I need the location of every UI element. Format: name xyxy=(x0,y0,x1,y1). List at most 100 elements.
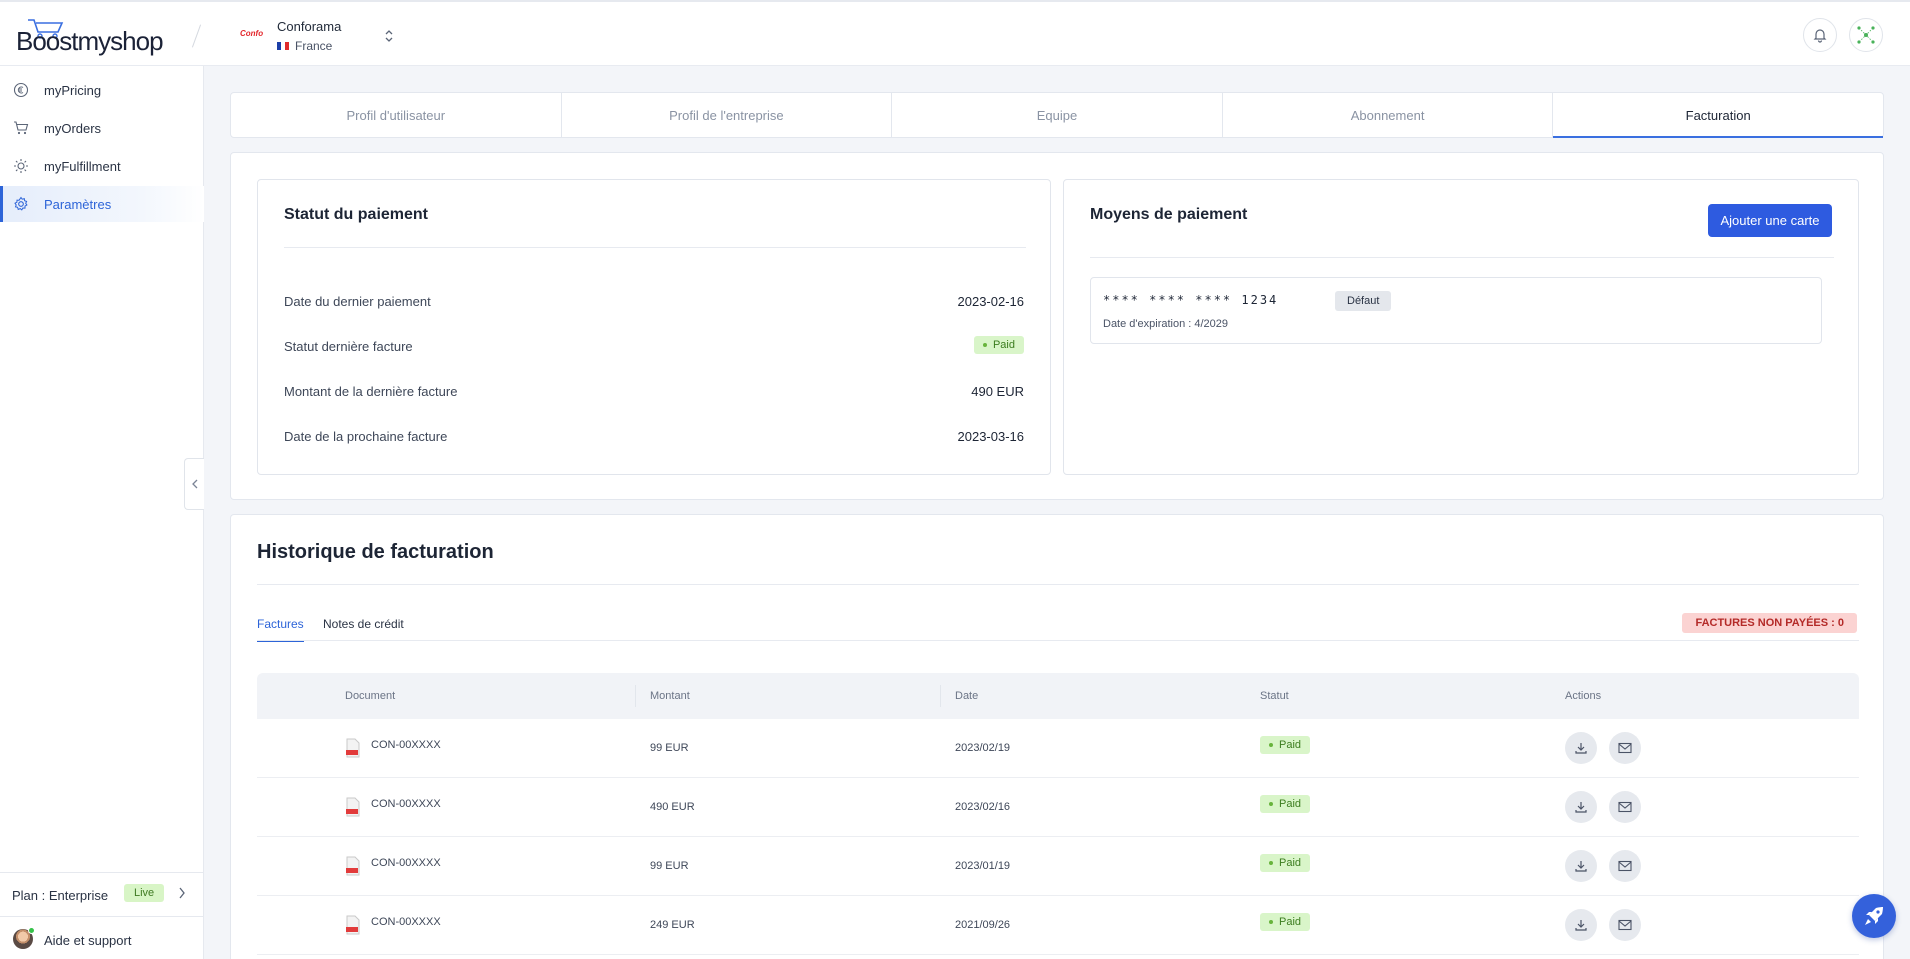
plan-status-badge: Live xyxy=(124,884,165,902)
table-row: CON-00XXXX 490 EUR 2023/02/16 Paid xyxy=(257,778,1859,837)
france-flag-icon xyxy=(277,42,289,50)
pdf-file-icon xyxy=(346,915,360,935)
column-header-amount: Montant xyxy=(650,690,690,702)
chevron-left-icon xyxy=(191,479,197,489)
settings-tabs: Profil d'utilisateur Profil de l'entrepr… xyxy=(230,92,1884,138)
column-header-actions: Actions xyxy=(1565,690,1602,702)
sidebar-item-label: myOrders xyxy=(44,120,102,136)
status-badge: Paid xyxy=(1260,795,1311,813)
payment-section: Statut du paiement Date du dernier paiem… xyxy=(230,152,1884,500)
download-icon xyxy=(1575,802,1587,813)
sidebar-item-label: myPricing xyxy=(44,82,102,98)
invoice-date: 2023/01/19 xyxy=(955,860,1011,872)
online-status-dot xyxy=(28,927,35,934)
table-row: CON-00XXXX 99 EUR 2023/02/19 Paid xyxy=(257,719,1859,778)
unpaid-invoices-badge: FACTURES NON PAYÉES : 0 xyxy=(1682,613,1857,633)
status-badge: Paid xyxy=(1260,913,1311,931)
bell-icon xyxy=(1813,29,1827,43)
email-button[interactable] xyxy=(1609,732,1641,764)
tab-company-profile[interactable]: Profil de l'entreprise xyxy=(562,93,893,137)
sun-icon xyxy=(14,159,28,173)
status-dot xyxy=(1269,743,1273,747)
network-icon xyxy=(1857,26,1875,44)
download-button[interactable] xyxy=(1565,732,1597,764)
rocket-icon xyxy=(1865,907,1883,925)
download-button[interactable] xyxy=(1565,909,1597,941)
top-header: Boostmyshop Confo Conforama France xyxy=(0,0,1910,66)
next-invoice-date-label: Date de la prochaine facture xyxy=(284,429,448,444)
sidebar-item-mypricing[interactable]: myPricing xyxy=(0,72,204,108)
invoice-date: 2021/09/26 xyxy=(955,919,1011,931)
pdf-file-icon xyxy=(346,797,360,817)
email-button[interactable] xyxy=(1609,909,1641,941)
sidebar-collapse-button[interactable] xyxy=(184,458,204,510)
document-id[interactable]: CON-00XXXX xyxy=(371,857,441,869)
add-card-button[interactable]: Ajouter une carte xyxy=(1708,204,1832,237)
invoice-amount: 490 EUR xyxy=(650,801,695,813)
launcher-button[interactable] xyxy=(1852,894,1896,938)
mail-icon xyxy=(1618,860,1632,872)
sidebar-item-myfulfillment[interactable]: myFulfillment xyxy=(0,148,204,184)
saved-card[interactable]: **** **** **** 1234 Défaut Date d'expira… xyxy=(1090,277,1822,344)
brand-name: Boostmyshop xyxy=(16,26,164,56)
notifications-button[interactable] xyxy=(1803,18,1837,52)
email-button[interactable] xyxy=(1609,850,1641,882)
sidebar-item-label: Paramètres xyxy=(44,196,112,212)
cart-icon xyxy=(14,121,29,135)
invoice-amount: 99 EUR xyxy=(650,742,689,754)
sidebar-item-parametres[interactable]: Paramètres xyxy=(0,186,204,222)
document-id[interactable]: CON-00XXXX xyxy=(371,739,441,751)
sidebar-item-myorders[interactable]: myOrders xyxy=(0,110,204,146)
default-badge: Défaut xyxy=(1335,291,1392,311)
column-header-document: Document xyxy=(345,690,396,702)
store-logo: Confo xyxy=(240,29,264,38)
tab-team[interactable]: Equipe xyxy=(892,93,1223,137)
sidebar: myPricing myOrders myFulfillment Paramèt… xyxy=(0,66,204,959)
download-button[interactable] xyxy=(1565,791,1597,823)
billing-history-section: Historique de facturation Factures Notes… xyxy=(230,514,1884,959)
store-country-label: France xyxy=(295,39,333,53)
invoice-amount: 249 EUR xyxy=(650,919,695,931)
store-country: France xyxy=(277,39,332,53)
last-invoice-amount-value: 490 EUR xyxy=(971,384,1024,399)
table-row: CON-00XXXX 99 EUR 2023/01/19 Paid xyxy=(257,837,1859,896)
subtab-credit-notes[interactable]: Notes de crédit xyxy=(323,617,404,640)
invoice-date: 2023/02/16 xyxy=(955,801,1011,813)
sidebar-item-label: myFulfillment xyxy=(44,158,121,174)
payment-status-card: Statut du paiement Date du dernier paiem… xyxy=(257,179,1051,475)
last-invoice-amount-label: Montant de la dernière facture xyxy=(284,384,458,399)
gear-icon xyxy=(14,196,28,211)
billing-history-title: Historique de facturation xyxy=(257,541,494,563)
plan-label: Plan : Enterprise xyxy=(12,888,109,903)
store-switch-icon[interactable] xyxy=(383,28,395,44)
last-invoice-status-badge: Paid xyxy=(973,335,1024,354)
status-badge: Paid xyxy=(1260,736,1311,754)
help-support-link[interactable]: Aide et support xyxy=(0,916,204,959)
download-button[interactable] xyxy=(1565,850,1597,882)
status-dot xyxy=(1269,802,1273,806)
store-name[interactable]: Conforama xyxy=(277,19,341,34)
tab-billing[interactable]: Facturation xyxy=(1553,93,1883,138)
plan-row[interactable]: Plan : Enterprise Live xyxy=(0,872,204,916)
card-number: **** **** **** 1234 xyxy=(1103,293,1279,307)
subtab-invoices[interactable]: Factures xyxy=(257,617,304,642)
divider xyxy=(257,640,1859,641)
status-badge: Paid xyxy=(1260,854,1311,872)
pdf-file-icon xyxy=(346,738,360,758)
mail-icon xyxy=(1618,801,1632,813)
document-id[interactable]: CON-00XXXX xyxy=(371,916,441,928)
invoice-date: 2023/02/19 xyxy=(955,742,1011,754)
header-divider xyxy=(191,24,202,48)
chevron-right-icon xyxy=(179,887,185,899)
tab-subscription[interactable]: Abonnement xyxy=(1223,93,1554,137)
next-invoice-date-value: 2023-03-16 xyxy=(957,429,1025,444)
document-id[interactable]: CON-00XXXX xyxy=(371,798,441,810)
pdf-file-icon xyxy=(346,856,360,876)
brand-logo[interactable]: Boostmyshop xyxy=(16,18,166,56)
email-button[interactable] xyxy=(1609,791,1641,823)
help-support-label: Aide et support xyxy=(44,933,132,948)
divider xyxy=(284,247,1026,248)
tab-user-profile[interactable]: Profil d'utilisateur xyxy=(231,93,562,137)
network-button[interactable] xyxy=(1849,18,1883,52)
column-header-status: Statut xyxy=(1260,690,1289,702)
